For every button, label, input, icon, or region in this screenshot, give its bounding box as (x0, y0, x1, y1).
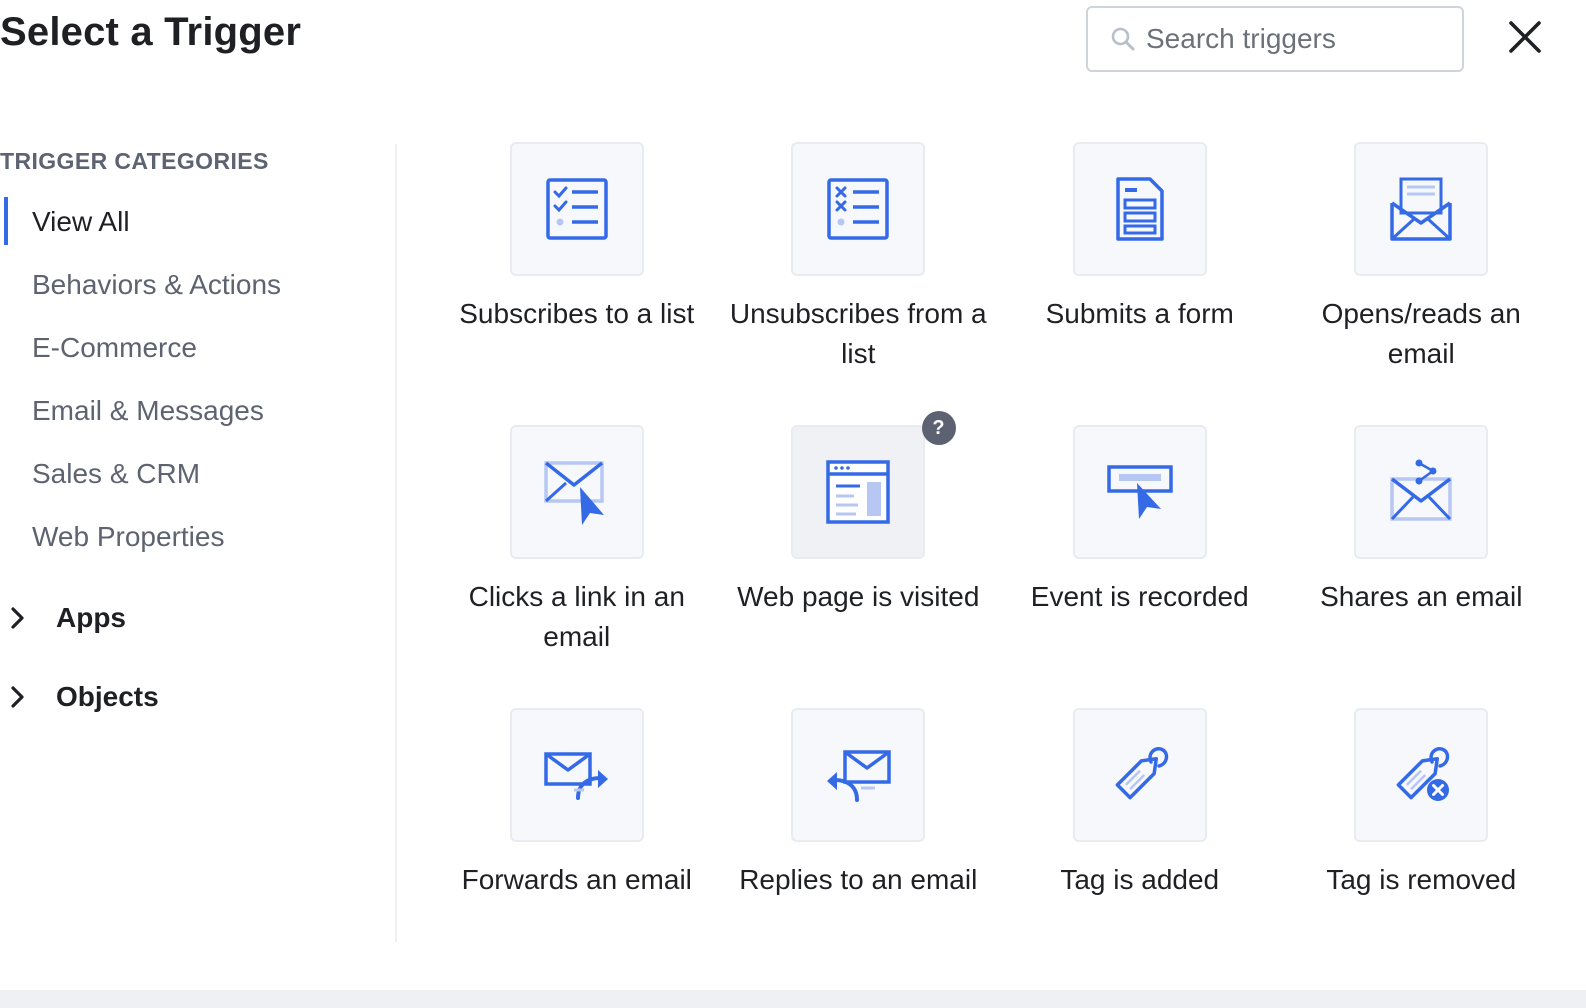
trigger-tile[interactable] (1072, 142, 1207, 276)
trigger-clicks-link[interactable]: Clicks a link in an email (436, 425, 718, 708)
trigger-label: Clicks a link in an email (468, 581, 685, 652)
trigger-forwards-email[interactable]: Forwards an email (436, 708, 718, 991)
trigger-label: Replies to an email (739, 864, 978, 895)
trigger-unsubscribes-from-list[interactable]: Unsubscribes from a list (718, 142, 1000, 425)
trigger-tile[interactable] (1072, 708, 1207, 842)
trigger-tile[interactable] (1354, 708, 1489, 842)
trigger-tile[interactable] (1072, 425, 1207, 559)
group-list: Apps Objects (0, 578, 396, 736)
close-icon (1509, 21, 1541, 53)
trigger-subscribes-to-list[interactable]: Subscribes to a list (436, 142, 718, 425)
category-web-properties[interactable]: Web Properties (0, 505, 396, 568)
trigger-tile[interactable] (509, 425, 644, 559)
group-apps[interactable]: Apps (0, 578, 396, 657)
trigger-label: Event is recorded (1030, 581, 1249, 612)
tag-remove-icon (1396, 747, 1450, 801)
trigger-tile[interactable] (509, 142, 644, 276)
unsubscribe-list-icon (827, 178, 889, 240)
trigger-grid: Subscribes to a list Unsubscribes from a… (436, 142, 1562, 991)
trigger-tile[interactable] (791, 142, 926, 276)
reply-email-icon (827, 750, 891, 802)
category-e-commerce[interactable]: E-Commerce (0, 316, 396, 379)
trigger-tile[interactable] (1354, 425, 1489, 559)
close-button[interactable] (1502, 14, 1548, 60)
trigger-picker-modal: Select a Trigger TRIGGER CATEGORIES View… (0, 0, 1586, 1008)
trigger-tile[interactable] (509, 708, 644, 842)
forward-email-icon (544, 752, 608, 800)
category-sales-crm[interactable]: Sales & CRM (0, 442, 396, 505)
trigger-shares-email[interactable]: Shares an email (1281, 425, 1563, 708)
search-icon (1110, 26, 1136, 52)
trigger-tile[interactable] (791, 425, 926, 559)
email-click-icon (544, 461, 604, 525)
trigger-label: Submits a form (1045, 298, 1234, 329)
trigger-tag-removed[interactable]: Tag is removed (1281, 708, 1563, 991)
trigger-label: Tag is added (1060, 864, 1220, 895)
trigger-web-page-visited[interactable]: ? Web page is visited (718, 411, 1000, 708)
trigger-event-recorded[interactable]: Event is recorded (999, 425, 1281, 708)
checklist-icon (546, 178, 608, 240)
form-icon (1116, 177, 1164, 241)
category-view-all[interactable]: View All (0, 190, 396, 253)
group-objects[interactable]: Objects (0, 657, 396, 736)
trigger-tile[interactable] (1354, 142, 1489, 276)
trigger-tile[interactable] (791, 708, 926, 842)
event-icon (1107, 465, 1173, 519)
trigger-label: Unsubscribes from a list (729, 298, 987, 369)
search-input[interactable] (1146, 23, 1446, 55)
trigger-tag-added[interactable]: Tag is added (999, 708, 1281, 991)
category-email-messages[interactable]: Email & Messages (0, 379, 396, 442)
trigger-label: Web page is visited (737, 581, 980, 612)
trigger-label: Opens/reads an email (1321, 298, 1521, 369)
category-sidebar: TRIGGER CATEGORIES View All Behaviors & … (0, 144, 396, 942)
search-box[interactable] (1086, 6, 1464, 72)
open-email-icon (1390, 177, 1452, 241)
trigger-submits-form[interactable]: Submits a form (999, 142, 1281, 425)
tag-add-icon (1115, 747, 1168, 800)
bottom-bar (0, 990, 1586, 1008)
trigger-replies-email[interactable]: Replies to an email (718, 708, 1000, 991)
trigger-label: Tag is removed (1326, 864, 1517, 895)
categories-heading: TRIGGER CATEGORIES (0, 148, 269, 174)
share-email-icon (1390, 459, 1452, 521)
trigger-label: Forwards an email (461, 864, 692, 895)
help-badge[interactable]: ? (921, 411, 956, 445)
trigger-label: Shares an email (1320, 581, 1523, 612)
web-page-icon (826, 460, 890, 524)
trigger-opens-email[interactable]: Opens/reads an email (1281, 142, 1563, 425)
trigger-label: Subscribes to a list (459, 298, 695, 329)
chevron-right-icon (0, 606, 56, 630)
category-list: View All Behaviors & Actions E-Commerce … (0, 190, 396, 568)
chevron-right-icon (0, 685, 56, 709)
page-title: Select a Trigger (0, 10, 302, 54)
category-behaviors-actions[interactable]: Behaviors & Actions (0, 253, 396, 316)
sidebar-divider (395, 144, 397, 942)
